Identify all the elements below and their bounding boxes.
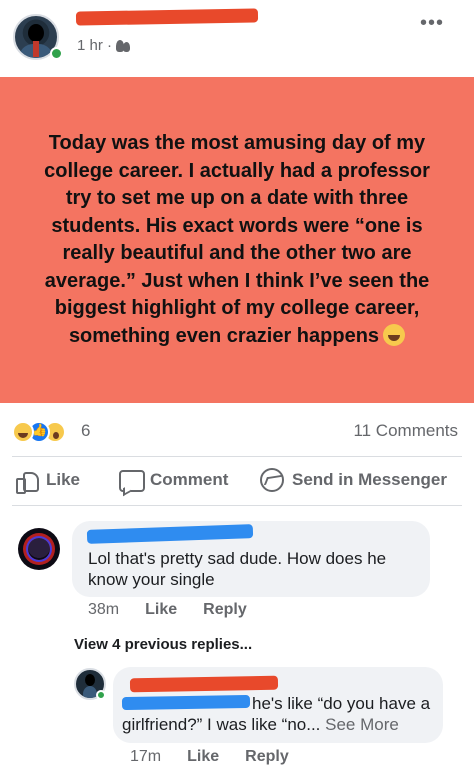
view-previous-replies-link[interactable]: View 4 previous replies... [74,636,252,653]
reaction-icons[interactable] [12,421,82,445]
reactions-row: 6 11 Comments [0,417,474,447]
comment-icon [118,468,145,492]
reply-time[interactable]: 17m [130,748,161,766]
post-header: 1 hr · ••• [0,0,474,76]
commenter-avatar[interactable] [18,528,60,570]
author-name-redaction [75,8,259,26]
friends-icon[interactable] [116,39,132,52]
post-text-content: Today was the most amusing day of my col… [44,132,430,347]
messenger-label: Send in Messenger [292,470,447,489]
online-status-icon [96,690,106,700]
messenger-icon [260,468,284,492]
action-bar: Like Comment Send in Messenger [0,462,474,502]
reply-like-link[interactable]: Like [187,748,219,766]
comment-count[interactable]: 11 Comments [353,421,458,441]
divider [12,505,462,506]
tag-redaction [121,694,251,711]
replier-name-redaction [129,675,279,693]
comment-time[interactable]: 38m [88,601,119,619]
send-in-messenger-button[interactable]: Send in Messenger [260,468,447,492]
post-text: Today was the most amusing day of my col… [36,130,438,350]
haha-reaction-icon [12,421,34,443]
more-horizontal-icon[interactable]: ••• [420,12,444,35]
reply-reply-link[interactable]: Reply [245,748,289,766]
reply-text-line2: girlfriend?” I was like “no... [122,715,321,734]
divider [12,456,462,457]
online-status-icon [50,47,63,60]
comment-reply-link[interactable]: Reply [203,601,247,619]
post-background: Today was the most amusing day of my col… [0,77,474,403]
reaction-count[interactable]: 6 [81,421,90,441]
comment-button[interactable]: Comment [118,468,228,492]
laughing-emoji-icon [383,323,406,346]
post-time[interactable]: 1 hr · [77,37,112,54]
avatar-tie [33,41,39,57]
see-more-link[interactable]: See More [325,715,399,734]
comment-text: Lol that's pretty sad dude. How does he … [88,549,387,589]
like-button[interactable]: Like [14,468,81,494]
thumbs-up-icon [14,468,39,494]
comment-label: Comment [150,470,229,489]
comment-like-link[interactable]: Like [145,601,177,619]
comment-meta: 38m Like Reply [88,601,247,619]
reply-meta: 17m Like Reply [130,748,289,766]
avatar-face [28,24,44,42]
like-label: Like [46,470,81,489]
post-meta: 1 hr · [77,37,132,54]
